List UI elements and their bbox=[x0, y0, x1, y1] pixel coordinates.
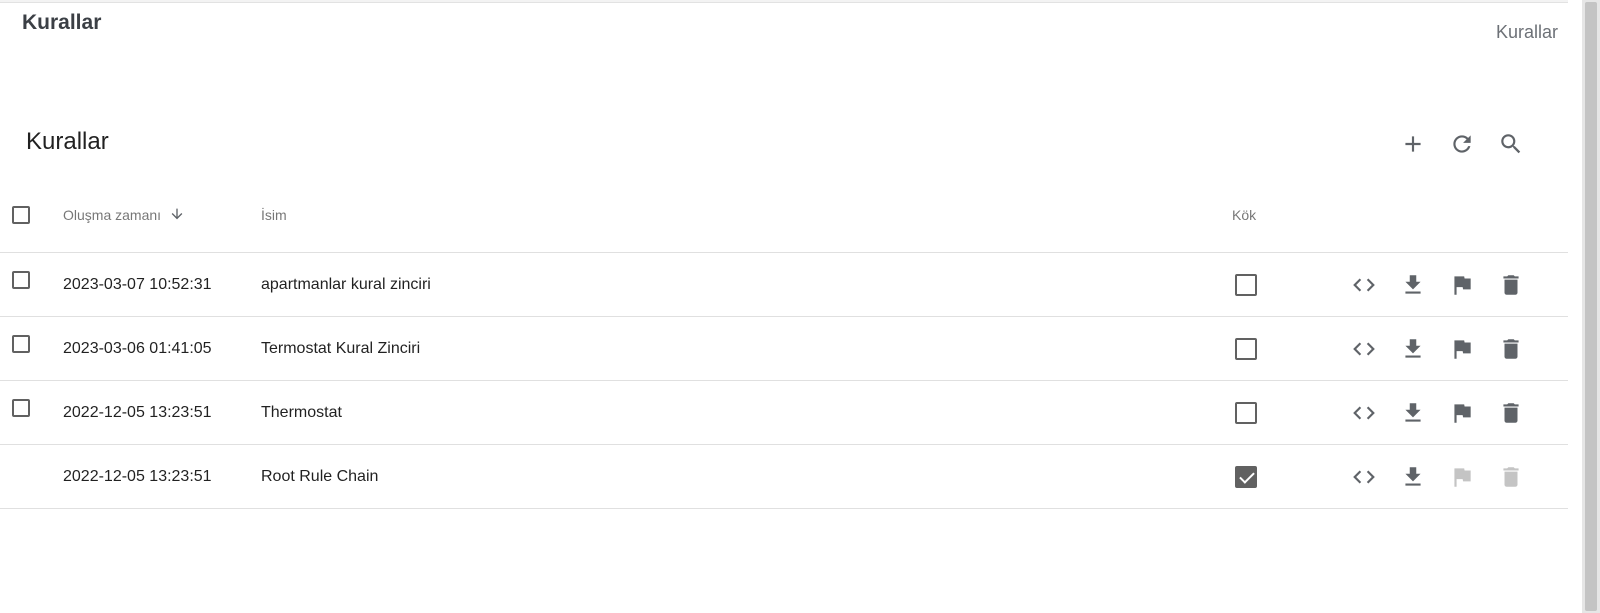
code-button[interactable] bbox=[1344, 265, 1384, 305]
column-header-created[interactable]: Oluşma zamanı bbox=[63, 178, 185, 252]
breadcrumb[interactable]: Kurallar bbox=[1496, 22, 1558, 43]
download-button[interactable] bbox=[1393, 329, 1433, 369]
rule-chain-name-cell: Thermostat bbox=[261, 403, 342, 421]
root-checkbox bbox=[1235, 401, 1257, 424]
delete-icon bbox=[1503, 339, 1519, 359]
row-select-checkbox[interactable] bbox=[12, 334, 30, 353]
root-checkbox bbox=[1235, 337, 1257, 360]
delete-icon bbox=[1503, 467, 1519, 487]
flag-button[interactable] bbox=[1442, 265, 1482, 305]
add-icon bbox=[1405, 136, 1421, 152]
flag-button bbox=[1442, 457, 1482, 497]
rule-chain-name-cell: apartmanlar kural zinciri bbox=[261, 275, 431, 293]
root-cell bbox=[1235, 381, 1257, 444]
flag-button[interactable] bbox=[1442, 393, 1482, 433]
code-icon bbox=[1353, 278, 1375, 292]
rule-chains-table: Oluşma zamanı İsim Kök 2023-03-07 10:52:… bbox=[0, 178, 1568, 509]
select-all-cell bbox=[12, 178, 30, 252]
root-checkbox bbox=[1235, 273, 1257, 296]
top-divider bbox=[0, 0, 1568, 3]
created-time-cell: 2023-03-06 01:41:05 bbox=[63, 339, 212, 357]
row-select-cell bbox=[12, 381, 30, 444]
refresh-button[interactable] bbox=[1442, 124, 1482, 164]
download-button[interactable] bbox=[1393, 457, 1433, 497]
select-all-checkbox[interactable] bbox=[12, 206, 30, 224]
code-button[interactable] bbox=[1344, 329, 1384, 369]
code-button[interactable] bbox=[1344, 457, 1384, 497]
delete-icon bbox=[1503, 403, 1519, 423]
table-header-row: Oluşma zamanı İsim Kök bbox=[0, 178, 1568, 253]
download-icon bbox=[1405, 467, 1421, 486]
search-button[interactable] bbox=[1491, 124, 1531, 164]
arrow-down-icon bbox=[161, 206, 185, 225]
download-button[interactable] bbox=[1393, 265, 1433, 305]
column-header-name[interactable]: İsim bbox=[261, 178, 287, 252]
delete-button bbox=[1491, 457, 1531, 497]
code-icon bbox=[1353, 342, 1375, 356]
download-icon bbox=[1405, 339, 1421, 358]
page-title: Kurallar bbox=[22, 11, 102, 34]
flag-button[interactable] bbox=[1442, 329, 1482, 369]
delete-icon bbox=[1503, 275, 1519, 295]
root-checkbox bbox=[1235, 465, 1257, 488]
code-icon bbox=[1353, 470, 1375, 484]
table-row[interactable]: 2022-12-05 13:23:51 Thermostat bbox=[0, 381, 1568, 445]
row-select-checkbox[interactable] bbox=[12, 270, 30, 289]
row-select-cell bbox=[12, 317, 30, 380]
created-time-cell: 2023-03-07 10:52:31 bbox=[63, 275, 212, 293]
flag-icon bbox=[1454, 276, 1471, 295]
delete-button[interactable] bbox=[1491, 265, 1531, 305]
row-select-cell bbox=[12, 253, 30, 316]
delete-button[interactable] bbox=[1491, 393, 1531, 433]
search-icon bbox=[1501, 134, 1521, 154]
table-toolbar bbox=[0, 124, 1568, 164]
download-icon bbox=[1405, 275, 1421, 294]
delete-button[interactable] bbox=[1491, 329, 1531, 369]
row-select-checkbox[interactable] bbox=[12, 398, 30, 417]
column-header-root: Kök bbox=[1232, 207, 1257, 223]
table-row[interactable]: 2022-12-05 13:23:51 Root Rule Chain bbox=[0, 445, 1568, 509]
flag-icon bbox=[1454, 468, 1471, 487]
table-row[interactable]: 2023-03-07 10:52:31 apartmanlar kural zin… bbox=[0, 253, 1568, 317]
page-scrollbar[interactable] bbox=[1582, 0, 1600, 613]
column-label-created: Oluşma zamanı bbox=[63, 207, 162, 223]
refresh-icon bbox=[1453, 135, 1471, 153]
flag-icon bbox=[1454, 340, 1471, 359]
created-time-cell: 2022-12-05 13:23:51 bbox=[63, 467, 212, 485]
created-time-cell: 2022-12-05 13:23:51 bbox=[63, 403, 212, 421]
flag-icon bbox=[1454, 404, 1471, 423]
root-cell bbox=[1235, 253, 1257, 316]
code-button[interactable] bbox=[1344, 393, 1384, 433]
table-row[interactable]: 2023-03-06 01:41:05 Termostat Kural Zinci… bbox=[0, 317, 1568, 381]
download-button[interactable] bbox=[1393, 393, 1433, 433]
root-cell bbox=[1235, 445, 1257, 508]
rule-chain-name-cell: Termostat Kural Zinciri bbox=[261, 339, 421, 357]
root-cell bbox=[1235, 317, 1257, 380]
code-icon bbox=[1353, 406, 1375, 420]
add-button[interactable] bbox=[1393, 124, 1433, 164]
rule-chain-name-cell: Root Rule Chain bbox=[261, 467, 379, 485]
download-icon bbox=[1405, 403, 1421, 422]
scrollbar-thumb[interactable] bbox=[1585, 2, 1597, 611]
